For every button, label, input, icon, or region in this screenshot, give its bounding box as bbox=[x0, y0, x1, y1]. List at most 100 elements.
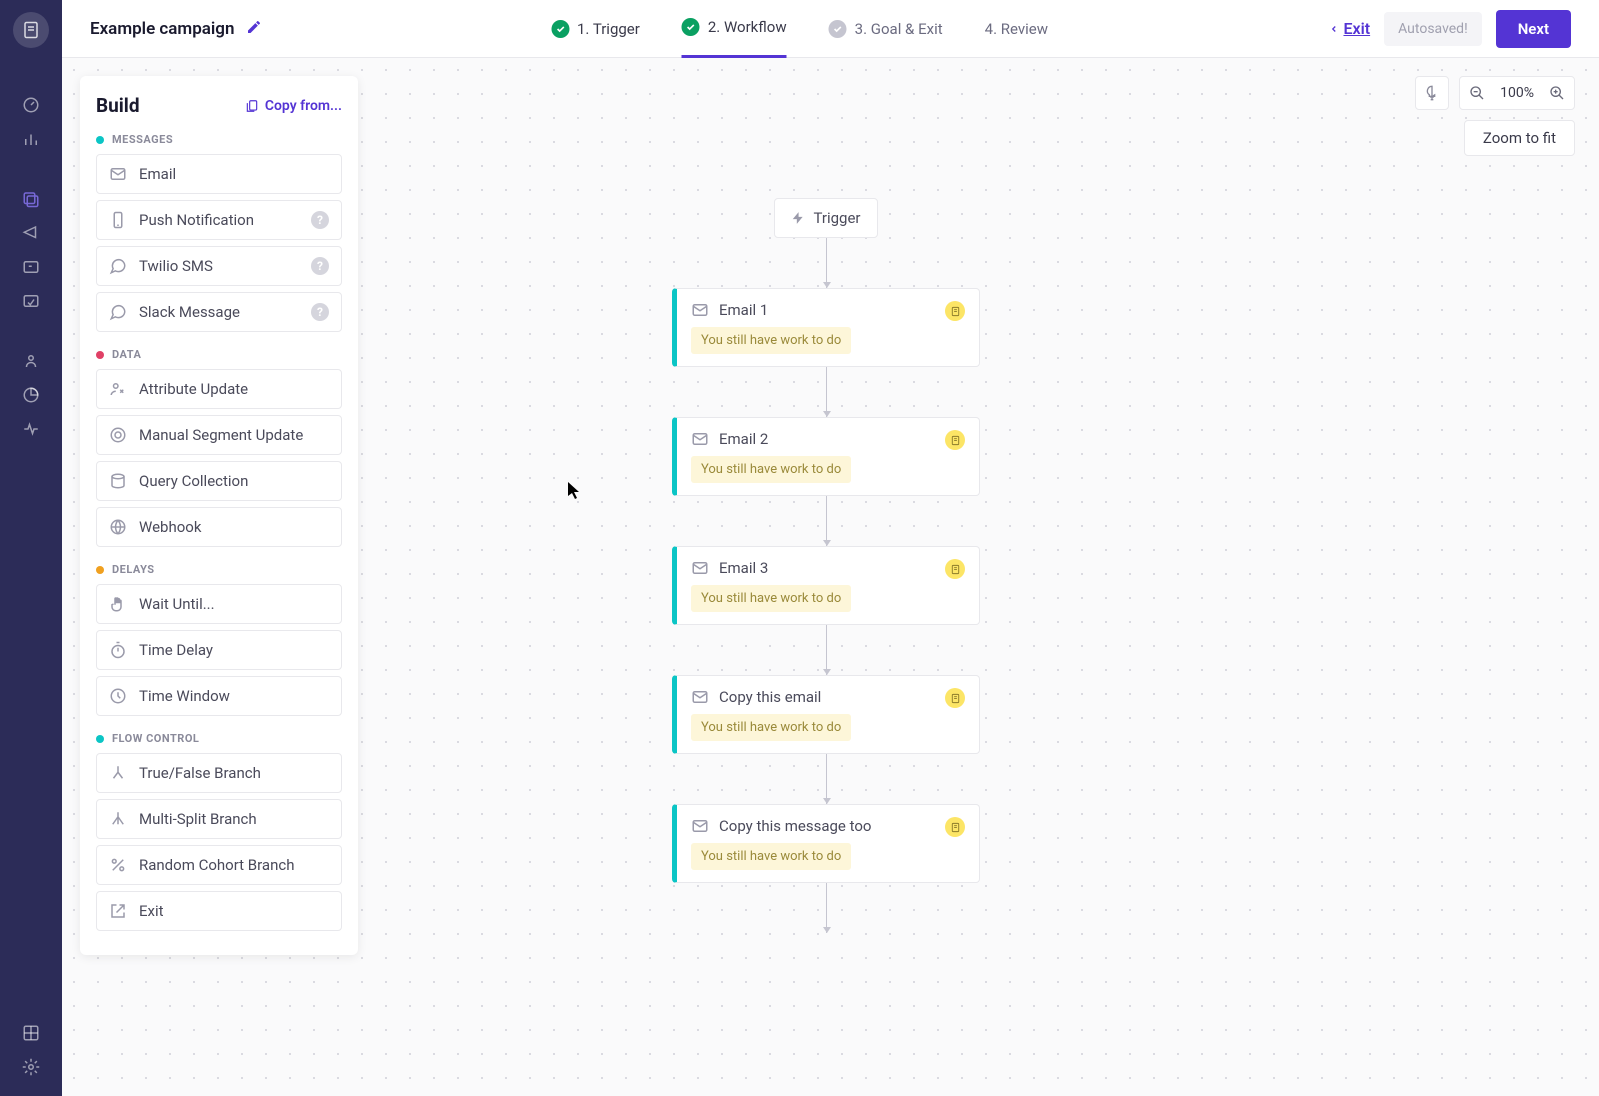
next-button[interactable]: Next bbox=[1496, 10, 1571, 48]
help-icon[interactable]: ? bbox=[311, 211, 329, 229]
connector bbox=[826, 496, 827, 546]
envelope-icon bbox=[691, 817, 709, 835]
connector bbox=[826, 625, 827, 675]
workflow-node[interactable]: Email 3 You still have work to do bbox=[672, 546, 980, 625]
dashboard-icon[interactable] bbox=[0, 88, 62, 122]
percent-icon bbox=[109, 856, 127, 874]
connector bbox=[826, 883, 827, 933]
build-item-attribute[interactable]: Attribute Update bbox=[96, 369, 342, 409]
warning-text: You still have work to do bbox=[691, 456, 851, 483]
connector bbox=[826, 754, 827, 804]
canvas[interactable]: Build Copy from... MESSAGES Email Push N… bbox=[62, 58, 1599, 1096]
phone-icon bbox=[109, 211, 127, 229]
step-goal[interactable]: 3. Goal & Exit bbox=[829, 0, 943, 58]
build-item-query[interactable]: Query Collection bbox=[96, 461, 342, 501]
step-label: 3. Goal & Exit bbox=[855, 20, 943, 38]
database-icon bbox=[109, 472, 127, 490]
step-review[interactable]: 4. Review bbox=[985, 0, 1048, 58]
trigger-node[interactable]: Trigger bbox=[774, 198, 877, 238]
zoom-in-button[interactable] bbox=[1540, 77, 1574, 109]
build-item-segment[interactable]: Manual Segment Update bbox=[96, 415, 342, 455]
campaigns-icon[interactable] bbox=[0, 182, 62, 216]
zoom-fit-button[interactable]: Zoom to fit bbox=[1464, 120, 1575, 156]
activity-icon[interactable] bbox=[0, 412, 62, 446]
build-item-random-branch[interactable]: Random Cohort Branch bbox=[96, 845, 342, 885]
help-icon[interactable]: ? bbox=[311, 303, 329, 321]
build-item-email[interactable]: Email bbox=[96, 154, 342, 194]
globe-icon bbox=[109, 518, 127, 536]
edit-icon[interactable] bbox=[246, 19, 262, 39]
warning-badge-icon bbox=[945, 430, 965, 450]
workflow-node[interactable]: Email 1 You still have work to do bbox=[672, 288, 980, 367]
envelope-icon bbox=[691, 301, 709, 319]
segments-icon[interactable] bbox=[0, 378, 62, 412]
check-icon bbox=[829, 20, 847, 38]
exit-link[interactable]: Exit bbox=[1329, 19, 1370, 38]
data-icon[interactable] bbox=[0, 1016, 62, 1050]
top-bar: Example campaign 1. Trigger 2. Workflow bbox=[62, 0, 1599, 58]
section-flow: FLOW CONTROL bbox=[96, 732, 342, 745]
canvas-controls: 100% Zoom to fit bbox=[1415, 76, 1575, 156]
warning-badge-icon bbox=[945, 301, 965, 321]
idea-button[interactable] bbox=[1415, 76, 1449, 110]
build-item-delay[interactable]: Time Delay bbox=[96, 630, 342, 670]
workflow-node[interactable]: Copy this email You still have work to d… bbox=[672, 675, 980, 754]
workflow-node[interactable]: Email 2 You still have work to do bbox=[672, 417, 980, 496]
people-icon[interactable] bbox=[0, 344, 62, 378]
help-icon[interactable]: ? bbox=[311, 257, 329, 275]
copy-from-button[interactable]: Copy from... bbox=[245, 98, 342, 114]
chat-icon bbox=[109, 257, 127, 275]
campaign-title: Example campaign bbox=[90, 19, 234, 39]
hand-icon bbox=[109, 595, 127, 613]
build-panel: Build Copy from... MESSAGES Email Push N… bbox=[80, 76, 358, 955]
broadcast-icon[interactable] bbox=[0, 216, 62, 250]
envelope-icon bbox=[691, 688, 709, 706]
connector bbox=[826, 367, 827, 417]
person-icon bbox=[109, 380, 127, 398]
build-item-wait[interactable]: Wait Until... bbox=[96, 584, 342, 624]
section-messages: MESSAGES bbox=[96, 133, 342, 146]
autosaved-badge: Autosaved! bbox=[1384, 12, 1482, 46]
check-icon bbox=[551, 20, 569, 38]
chat-icon bbox=[109, 303, 127, 321]
build-item-exit[interactable]: Exit bbox=[96, 891, 342, 931]
warning-badge-icon bbox=[945, 817, 965, 837]
step-workflow[interactable]: 2. Workflow bbox=[682, 0, 787, 58]
wizard-steps: 1. Trigger 2. Workflow 3. Goal & Exit 4.… bbox=[551, 0, 1048, 58]
check-icon bbox=[682, 18, 700, 36]
workflow-node[interactable]: Copy this message too You still have wor… bbox=[672, 804, 980, 883]
build-item-tf-branch[interactable]: True/False Branch bbox=[96, 753, 342, 793]
step-label: 1. Trigger bbox=[577, 20, 640, 38]
zoom-value: 100% bbox=[1494, 85, 1540, 101]
envelope-icon bbox=[109, 165, 127, 183]
bolt-icon bbox=[791, 211, 805, 225]
settings-icon[interactable] bbox=[0, 1050, 62, 1084]
build-item-window[interactable]: Time Window bbox=[96, 676, 342, 716]
step-trigger[interactable]: 1. Trigger bbox=[551, 0, 640, 58]
warning-text: You still have work to do bbox=[691, 327, 851, 354]
cursor-icon bbox=[568, 482, 582, 504]
connector bbox=[826, 238, 827, 288]
exit-icon bbox=[109, 902, 127, 920]
build-item-push[interactable]: Push Notification ? bbox=[96, 200, 342, 240]
workflow-flow: Trigger Email 1 You still have work to d… bbox=[672, 198, 980, 933]
build-item-slack[interactable]: Slack Message ? bbox=[96, 292, 342, 332]
left-nav-rail bbox=[0, 0, 62, 1096]
transactional-icon[interactable] bbox=[0, 250, 62, 284]
build-item-sms[interactable]: Twilio SMS ? bbox=[96, 246, 342, 286]
clock-icon bbox=[109, 687, 127, 705]
warning-badge-icon bbox=[945, 688, 965, 708]
delivery-icon[interactable] bbox=[0, 284, 62, 318]
multi-branch-icon bbox=[109, 810, 127, 828]
warning-badge-icon bbox=[945, 559, 965, 579]
build-item-webhook[interactable]: Webhook bbox=[96, 507, 342, 547]
zoom-out-button[interactable] bbox=[1460, 77, 1494, 109]
warning-text: You still have work to do bbox=[691, 714, 851, 741]
step-label: 2. Workflow bbox=[708, 18, 787, 36]
envelope-icon bbox=[691, 430, 709, 448]
analytics-icon[interactable] bbox=[0, 122, 62, 156]
branch-icon bbox=[109, 764, 127, 782]
app-logo[interactable] bbox=[13, 12, 49, 48]
stopwatch-icon bbox=[109, 641, 127, 659]
build-item-multi-branch[interactable]: Multi-Split Branch bbox=[96, 799, 342, 839]
